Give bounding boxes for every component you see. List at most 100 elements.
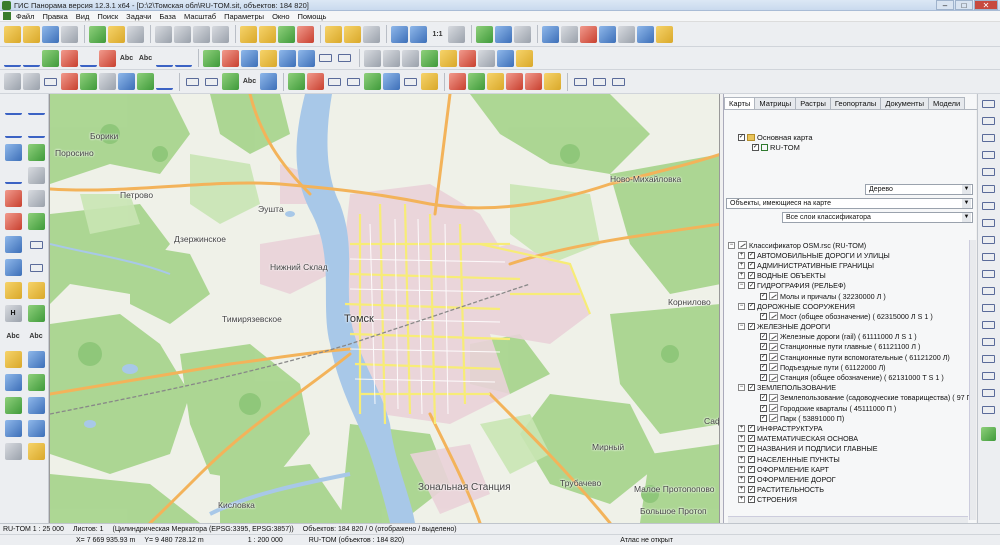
left-symbol-icon[interactable]: [4, 397, 22, 414]
symbol-line-icon[interactable]: [728, 227, 739, 238]
right-node10-icon[interactable]: [981, 250, 996, 264]
layer-group[interactable]: − ✓ ЖЕЛЕЗНЫЕ ДОРОГИ: [728, 322, 975, 332]
minimize-button[interactable]: –: [936, 0, 954, 10]
node-chain2-icon[interactable]: [336, 50, 353, 67]
cursor-select-icon[interactable]: [844, 116, 855, 127]
scale-1-1-button[interactable]: 1:1: [429, 26, 446, 43]
left-abc-icon[interactable]: Abc: [5, 328, 22, 345]
add-map-icon[interactable]: [728, 116, 739, 127]
map-pin-icon[interactable]: [580, 25, 597, 43]
layer-checkbox[interactable]: ✓: [760, 363, 767, 371]
map-list-root[interactable]: ✓ Основная карта: [738, 132, 813, 142]
layer-item[interactable]: ✓ Мост (общее обозначение) ( 62315000 Л S…: [728, 311, 975, 321]
open-map-icon[interactable]: [742, 116, 753, 127]
right-node19-icon[interactable]: [981, 403, 996, 417]
add-object-icon[interactable]: [278, 25, 295, 43]
left-line-icon[interactable]: [4, 259, 22, 276]
expand-icon[interactable]: −: [738, 384, 745, 392]
right-node6-icon[interactable]: [981, 182, 996, 196]
symbol-fill-icon[interactable]: [798, 227, 809, 238]
wave-line-icon[interactable]: [572, 73, 589, 90]
left-pen2-icon[interactable]: [4, 121, 22, 138]
open-folder-icon[interactable]: [4, 25, 21, 43]
symbol-circle-icon[interactable]: [812, 227, 823, 238]
right-node4-icon[interactable]: [981, 148, 996, 162]
expand-icon[interactable]: +: [738, 475, 745, 483]
edit-icon[interactable]: [259, 25, 276, 43]
create-map-icon[interactable]: [23, 25, 40, 43]
layer-checkbox[interactable]: ✓: [748, 424, 755, 432]
layer-checkbox[interactable]: ✓: [748, 455, 755, 463]
cursor-icon[interactable]: [514, 25, 531, 43]
tree-horizontal-scrollbar[interactable]: [728, 516, 968, 523]
right-node9-icon[interactable]: [981, 233, 996, 247]
layer-item[interactable]: ✓ Землепользование (садоводческие товарищ…: [728, 393, 975, 403]
left-gear-icon[interactable]: [27, 443, 45, 460]
draw-line-icon[interactable]: [156, 73, 173, 90]
symbol-rect-icon[interactable]: [770, 227, 781, 238]
erase-icon[interactable]: [99, 49, 116, 67]
expand-icon[interactable]: +: [738, 486, 745, 494]
symbol-node-icon[interactable]: [756, 227, 767, 238]
layer-group[interactable]: + ✓ АДМИНИСТРАТИВНЫЕ ГРАНИЦЫ: [728, 260, 975, 270]
layer-group[interactable]: + ✓ НАЗВАНИЯ И ПОДПИСИ ГЛАВНЫЕ: [728, 444, 975, 454]
symbol-grid-icon[interactable]: [896, 227, 907, 238]
maximize-button[interactable]: □: [955, 0, 973, 10]
legend-icon-3[interactable]: [756, 184, 767, 195]
expand-icon[interactable]: −: [738, 302, 745, 310]
symbol-square-icon[interactable]: [784, 227, 795, 238]
search-area-icon[interactable]: [174, 25, 191, 43]
legend-icon-9[interactable]: [840, 184, 851, 195]
layer-checkbox[interactable]: ✓: [760, 394, 767, 402]
legend-icon-7[interactable]: [812, 184, 823, 195]
vector-join-icon[interactable]: [364, 73, 381, 90]
move-icon[interactable]: [495, 25, 512, 43]
left-draw-icon[interactable]: [4, 167, 22, 184]
layer-checkbox[interactable]: ✓: [748, 282, 755, 290]
right-node18-icon[interactable]: [981, 386, 996, 400]
right-node14-icon[interactable]: [981, 318, 996, 332]
layer-checkbox[interactable]: ✓: [748, 465, 755, 473]
symbol-label-icon[interactable]: [854, 227, 865, 238]
vector-split-icon[interactable]: [383, 73, 400, 90]
right-node3-icon[interactable]: [981, 131, 996, 145]
pencil-icon[interactable]: [487, 73, 504, 90]
left-pencil2-icon[interactable]: [27, 121, 45, 138]
tab-matrices[interactable]: Матрицы: [754, 97, 797, 109]
left-rotate-icon[interactable]: [4, 374, 22, 391]
tree-symbol-icon[interactable]: [222, 73, 239, 90]
delete-object-icon[interactable]: [297, 25, 314, 43]
expand-icon[interactable]: +: [738, 261, 745, 269]
new-doc-icon[interactable]: [770, 116, 781, 127]
right-node8-icon[interactable]: [981, 216, 996, 230]
layer-group[interactable]: + ✓ СТРОЕНИЯ: [728, 495, 975, 505]
right-node2-icon[interactable]: [981, 114, 996, 128]
legend-icon[interactable]: [108, 25, 125, 43]
expand-icon[interactable]: +: [738, 435, 745, 443]
left-torch-icon[interactable]: [27, 282, 45, 299]
symbol-list-icon[interactable]: [910, 227, 921, 238]
node-delete-icon[interactable]: [222, 49, 239, 67]
classifier-root[interactable]: − Классификатор OSM.rsc (RU-TOM): [728, 240, 975, 250]
map-list-child[interactable]: ✓ RU-TOM: [738, 142, 813, 152]
layer-item[interactable]: ✓ Подъездные пути ( 61122000 Л): [728, 362, 975, 372]
clear-icon[interactable]: [459, 49, 476, 67]
legend-icon-2[interactable]: [742, 184, 753, 195]
expand-icon[interactable]: −: [738, 323, 745, 331]
layers-icon[interactable]: [89, 25, 106, 43]
vector-add-icon[interactable]: [288, 73, 305, 90]
layer-group[interactable]: + ✓ ОФОРМЛЕНИЕ КАРТ: [728, 464, 975, 474]
vector-line-icon[interactable]: [402, 73, 419, 90]
layer-checkbox[interactable]: ✓: [748, 435, 755, 443]
highlight-icon[interactable]: [325, 25, 342, 43]
right-exit-icon[interactable]: [981, 427, 996, 441]
layer-group[interactable]: − ✓ ЗЕМЛЕПОЛЬЗОВАНИЕ: [728, 383, 975, 393]
left-ruler-icon[interactable]: [4, 282, 22, 299]
view-mode-select[interactable]: Дерево ▼: [865, 184, 973, 195]
left-scissors-icon[interactable]: [4, 190, 22, 207]
envelope2-icon[interactable]: [525, 73, 542, 90]
layers-filter-select[interactable]: Все слои классификатора ▼: [782, 212, 973, 223]
menu-help[interactable]: Помощь: [298, 12, 327, 21]
route-icon[interactable]: [599, 25, 616, 43]
layer-group[interactable]: + ✓ НАСЕЛЕННЫЕ ПУНКТЫ: [728, 454, 975, 464]
